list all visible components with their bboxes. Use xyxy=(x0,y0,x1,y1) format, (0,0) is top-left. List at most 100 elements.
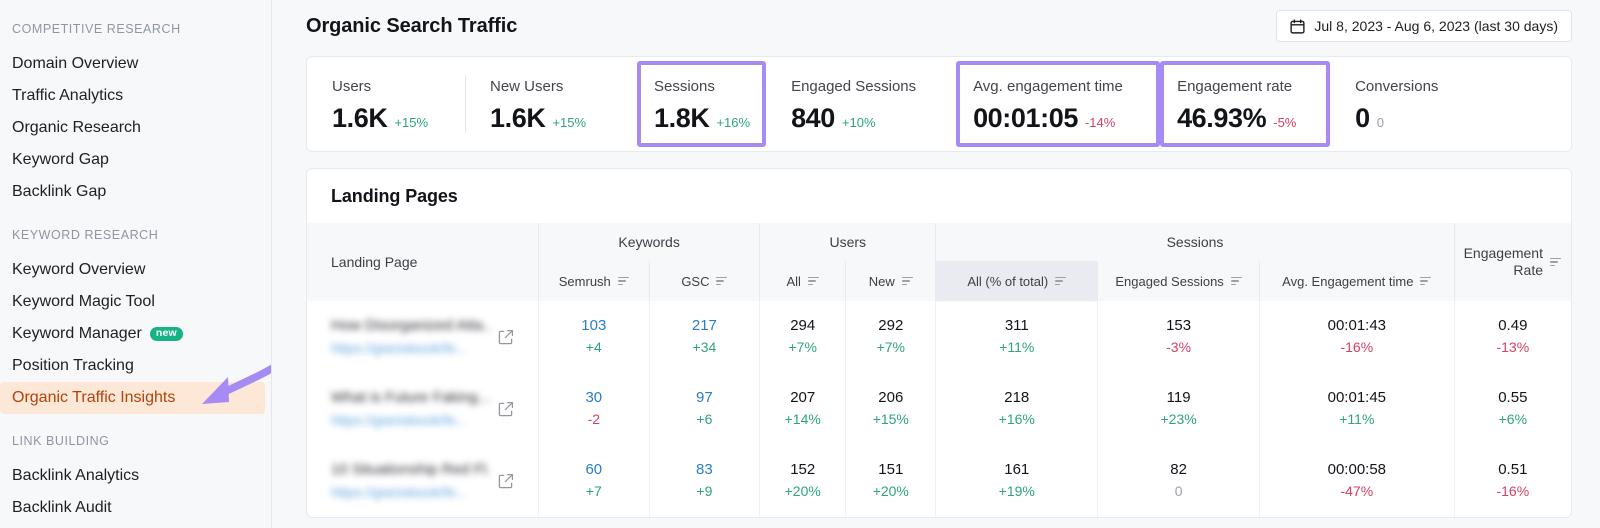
metric-delta: +16% xyxy=(716,115,751,130)
landing-page-title: 10 Situationship Red Fl... xyxy=(331,460,490,478)
metric-value: 1.6K xyxy=(490,103,546,133)
metric-value: 0 xyxy=(1355,103,1370,133)
sidebar-item-backlink-analytics[interactable]: Backlink Analytics xyxy=(0,460,271,492)
metric-cell: 0.51 -16% xyxy=(1453,445,1571,517)
metric-cell: 0.55 +6% xyxy=(1453,373,1571,445)
landing-page-url[interactable]: https://gianisbook/fe... xyxy=(331,483,490,502)
sidebar-item-keyword-overview[interactable]: Keyword Overview xyxy=(0,254,271,286)
metric-cell: 00:01:43 -16% xyxy=(1259,301,1455,373)
external-link-icon[interactable] xyxy=(498,329,514,345)
column-header-gsc[interactable]: GSC xyxy=(648,261,760,301)
metric-avg-engagement-time[interactable]: Avg. engagement time 00:01:05 -14% xyxy=(956,61,1161,147)
sidebar-item-label: Organic Research xyxy=(12,119,141,136)
sidebar-item-backlink-audit[interactable]: Backlink Audit xyxy=(0,492,271,524)
column-header-landing-page: Landing Page xyxy=(307,223,539,301)
cell-value[interactable]: 30 xyxy=(551,389,637,408)
sidebar-nav-list: COMPETITIVE RESEARCH Domain Overview Traff… xyxy=(0,22,271,524)
metric-value-row: 840 +10% xyxy=(791,105,956,132)
sidebar-item-keyword-gap[interactable]: Keyword Gap xyxy=(0,144,271,176)
landing-page-url[interactable]: https://gianisbook/fe... xyxy=(331,339,490,358)
date-range-label: Jul 8, 2023 - Aug 6, 2023 (last 30 days) xyxy=(1314,18,1558,34)
sort-icon[interactable] xyxy=(1550,257,1561,267)
sort-icon[interactable] xyxy=(716,276,728,286)
sidebar-section-label: COMPETITIVE RESEARCH xyxy=(12,22,181,36)
sidebar-item-keyword-magic-tool[interactable]: Keyword Magic Tool xyxy=(0,286,271,318)
cell-value: 00:00:58 xyxy=(1327,460,1387,478)
landing-page-cell[interactable]: How Disorganized Atta... https://gianisbo… xyxy=(307,301,538,373)
metric-new-users[interactable]: New Users 1.6K +15% xyxy=(465,57,637,151)
sort-icon[interactable] xyxy=(617,276,629,286)
column-header-all[interactable]: All xyxy=(759,261,846,301)
sidebar-item-label: Keyword Gap xyxy=(12,151,109,168)
landing-page-cell[interactable]: 10 Situationship Red Fl... https://gianis… xyxy=(307,445,538,517)
cell-value[interactable]: 60 xyxy=(551,461,637,480)
table-row[interactable]: What is Future Faking... https://gianisbo… xyxy=(307,373,1571,445)
metric-delta: -5% xyxy=(1273,115,1297,130)
landing-page-cell[interactable]: What is Future Faking... https://gianisbo… xyxy=(307,373,538,445)
cell-delta: +16% xyxy=(998,411,1035,428)
column-header-new[interactable]: New xyxy=(845,261,936,301)
cell-delta: +6 xyxy=(696,411,713,428)
sidebar-item-label: Organic Traffic Insights xyxy=(12,389,176,406)
column-header-engaged-sessions[interactable]: Engaged Sessions xyxy=(1097,261,1260,301)
cell-delta: +14% xyxy=(784,411,821,428)
metric-users[interactable]: Users 1.6K +15% xyxy=(307,57,465,151)
column-header-semrush[interactable]: Semrush xyxy=(537,261,650,301)
date-range-picker[interactable]: Jul 8, 2023 - Aug 6, 2023 (last 30 days) xyxy=(1276,10,1572,42)
cell-value: 294 xyxy=(790,316,816,334)
sort-icon[interactable] xyxy=(1420,276,1432,286)
cell-value: 218 xyxy=(1004,388,1030,406)
metric-cell: 0.49 -13% xyxy=(1453,301,1571,373)
sidebar-item-organic-research[interactable]: Organic Research xyxy=(0,112,271,144)
column-header-all--of-total[interactable]: All (% of total) xyxy=(935,261,1098,301)
sort-icon[interactable] xyxy=(807,276,819,286)
table-header: Landing Page Keywords Users Sessions Engagem… xyxy=(307,223,1571,301)
metric-sessions[interactable]: Sessions 1.8K +16% xyxy=(637,61,767,147)
cell-delta: +11% xyxy=(1339,411,1375,428)
external-link-icon[interactable] xyxy=(498,401,514,417)
sidebar-item-domain-overview[interactable]: Domain Overview xyxy=(0,48,271,80)
landing-pages-table: Landing Page Keywords Users Sessions Engagem… xyxy=(307,223,1571,517)
sidebar-item-position-tracking[interactable]: Position Tracking xyxy=(0,350,271,382)
metric-label: Users xyxy=(332,78,372,95)
cell-value[interactable]: 217 xyxy=(662,317,748,336)
landing-page-title: How Disorganized Atta... xyxy=(331,316,490,334)
metric-cell: 294 +7% xyxy=(759,301,846,373)
table-group-header-row: Landing Page Keywords Users Sessions Engagem… xyxy=(307,223,1571,301)
sort-icon[interactable] xyxy=(1055,276,1067,286)
metric-cell: 119 +23% xyxy=(1097,373,1260,445)
metric-engaged-sessions[interactable]: Engaged Sessions 840 +10% xyxy=(766,57,956,151)
cell-value[interactable]: 83 xyxy=(662,461,748,480)
sidebar-item-label: Keyword Magic Tool xyxy=(12,293,155,310)
metric-conversions[interactable]: Conversions 0 0 xyxy=(1330,57,1480,151)
cell-value[interactable]: 103 xyxy=(551,317,637,336)
external-link-icon[interactable] xyxy=(498,473,514,489)
metric-engagement-rate[interactable]: Engagement rate 46.93% -5% xyxy=(1160,61,1331,147)
sidebar-item-organic-traffic-insights[interactable]: Organic Traffic Insights xyxy=(0,382,265,414)
app-root: COMPETITIVE RESEARCH Domain Overview Traff… xyxy=(0,0,1600,528)
table-body: How Disorganized Atta... https://gianisbo… xyxy=(307,301,1571,517)
landing-page-url[interactable]: https://gianisbook/fe... xyxy=(331,411,490,430)
cell-delta: +7% xyxy=(788,339,817,356)
column-header-avg-engagement-time[interactable]: Avg. Engagement time xyxy=(1259,261,1455,301)
cell-value: 82 xyxy=(1170,460,1187,478)
sidebar-item-traffic-analytics[interactable]: Traffic Analytics xyxy=(0,80,271,112)
metric-cell: 30 -2 xyxy=(537,373,650,445)
sort-icon[interactable] xyxy=(1230,276,1242,286)
column-header-label: New xyxy=(868,273,895,289)
cell-value[interactable]: 97 xyxy=(662,389,748,408)
table-row[interactable]: How Disorganized Atta... https://gianisbo… xyxy=(307,301,1571,373)
column-header-label: Avg. Engagement time xyxy=(1282,273,1414,289)
cell-delta: +23% xyxy=(1160,411,1197,428)
sidebar-item-keyword-manager[interactable]: Keyword Manager new xyxy=(0,318,271,350)
cell-value: 151 xyxy=(878,460,904,478)
table-row[interactable]: 10 Situationship Red Fl... https://gianis… xyxy=(307,445,1571,517)
cell-delta: +7% xyxy=(876,339,905,356)
cell-delta: -16% xyxy=(1496,483,1530,500)
metric-cell: 60 +7 xyxy=(537,445,650,517)
left-sidebar: COMPETITIVE RESEARCH Domain Overview Traff… xyxy=(0,0,272,528)
sort-icon[interactable] xyxy=(901,276,913,286)
cell-delta: -13% xyxy=(1496,339,1530,356)
cell-value: 206 xyxy=(878,388,904,406)
sidebar-item-backlink-gap[interactable]: Backlink Gap xyxy=(0,176,271,208)
